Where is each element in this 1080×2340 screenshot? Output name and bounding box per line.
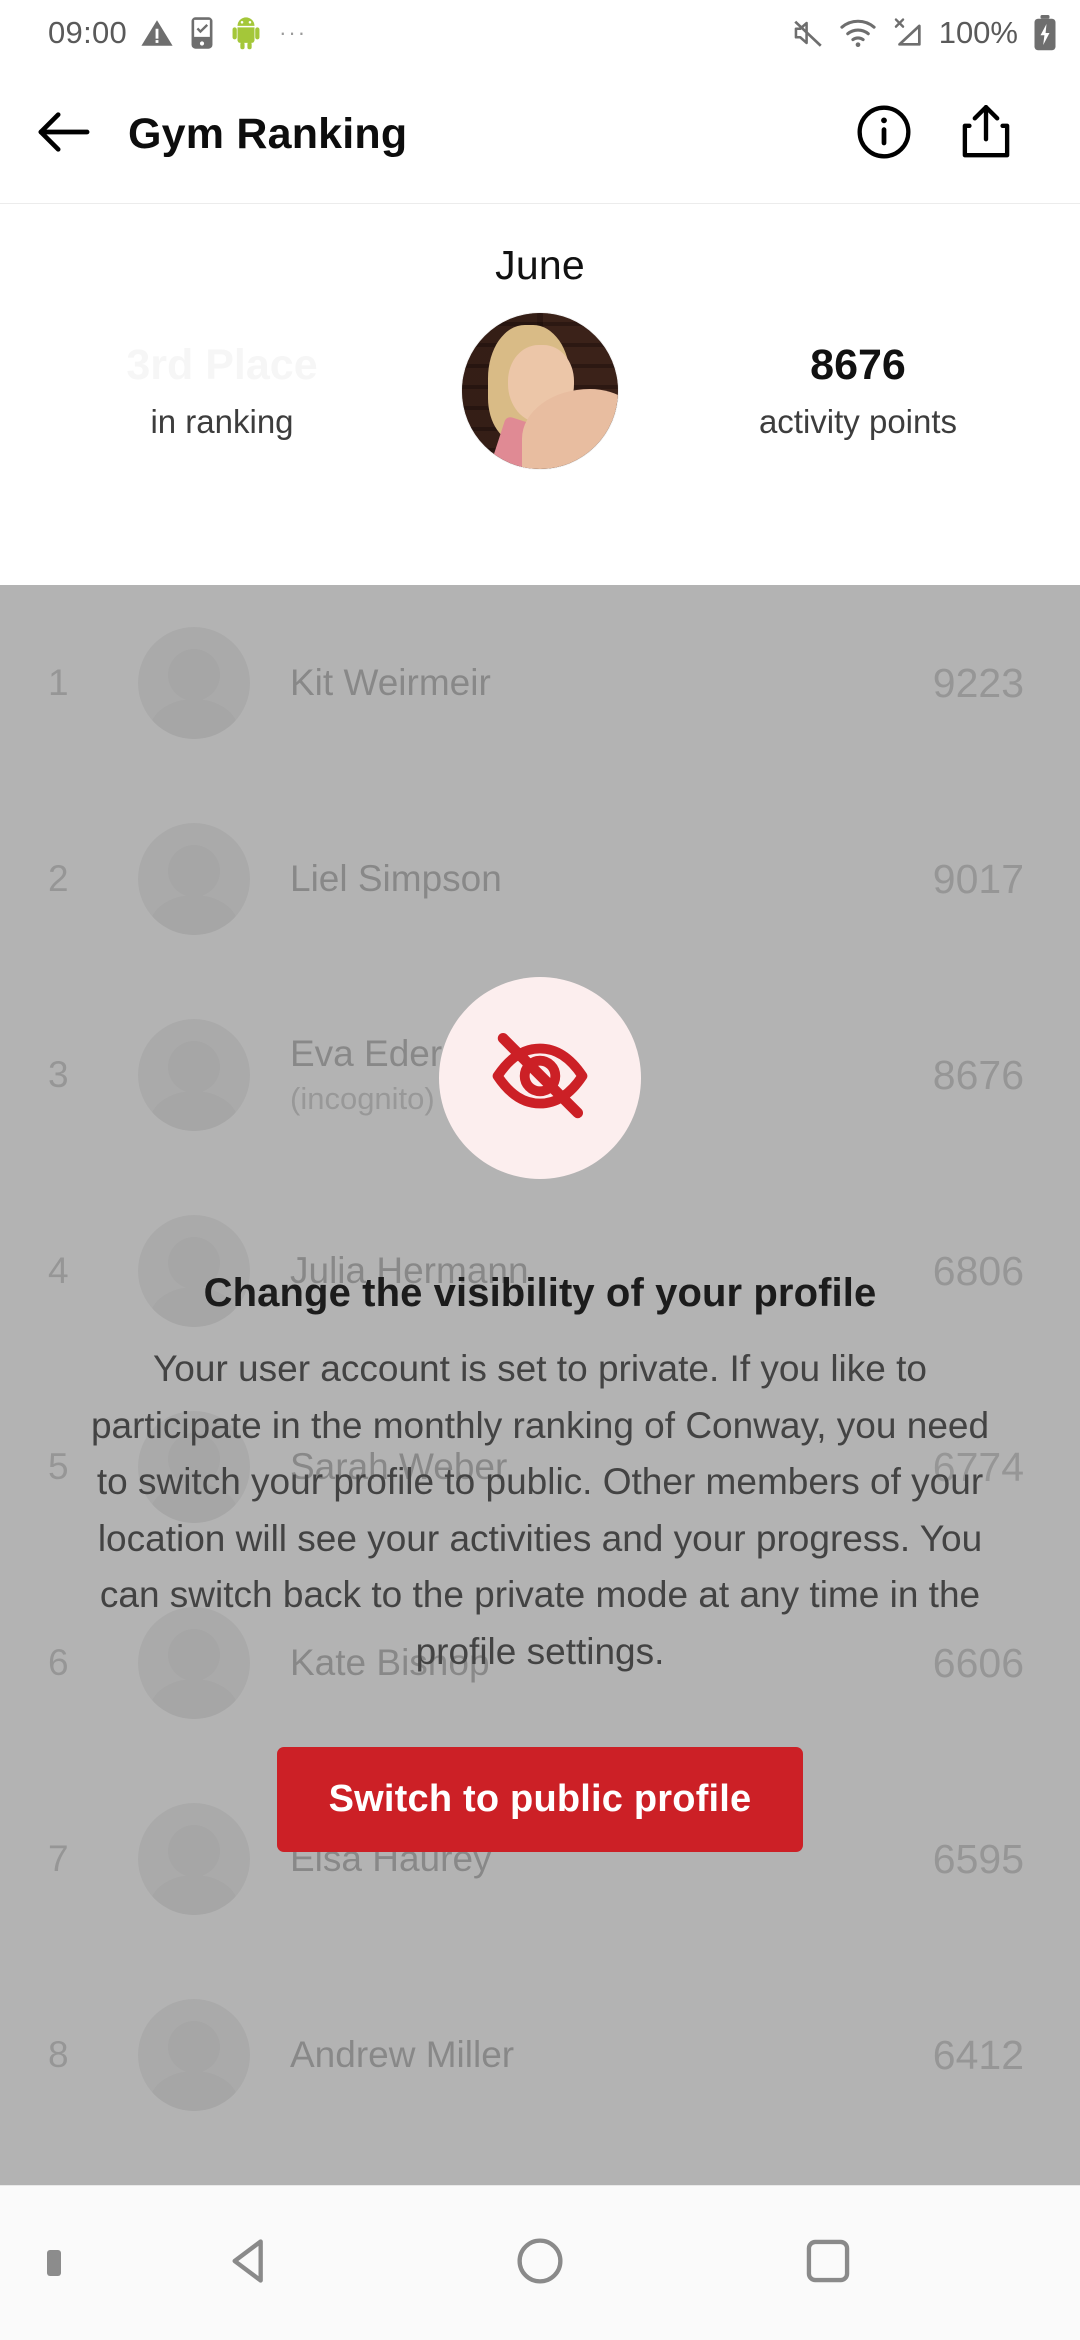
nav-home-icon (514, 2235, 566, 2292)
back-button[interactable] (0, 110, 128, 159)
overlay-body: Your user account is set to private. If … (90, 1348, 990, 1673)
month-label: June (495, 242, 585, 288)
eye-off-icon-badge (439, 977, 641, 1179)
points-column: 8676 activity points (698, 341, 1018, 440)
back-arrow-icon (37, 110, 91, 159)
warning-icon (140, 16, 174, 50)
overlay-title: Change the visibility of your profile (203, 1271, 877, 1315)
mute-icon (791, 16, 825, 50)
points-caption: activity points (758, 402, 958, 440)
phone-check-icon (187, 16, 217, 50)
app-bar: Gym Ranking (0, 66, 1080, 204)
eye-off-icon (485, 1021, 595, 1136)
status-bar-right: 100% (791, 15, 1058, 51)
wifi-icon (839, 16, 877, 50)
rank-caption: in ranking (150, 402, 294, 440)
status-time: 09:00 (48, 15, 128, 50)
battery-charging-icon (1032, 15, 1058, 51)
signal-no-service-icon (891, 16, 925, 50)
keyboard-hide-indicator (0, 2250, 108, 2276)
visibility-overlay: Change the visibility of your profile Yo… (0, 585, 1080, 2185)
nav-back-button[interactable] (108, 2235, 396, 2292)
android-icon (230, 16, 262, 50)
rank-column: 3rd Place in ranking (62, 341, 382, 440)
share-button[interactable] (958, 103, 1014, 166)
page-title: Gym Ranking (128, 110, 408, 158)
app-bar-actions (856, 103, 1080, 166)
battery-percent: 100% (938, 15, 1018, 50)
android-nav-bar (0, 2185, 1080, 2340)
summary-card: June 3rd Place in ranking 8676 activity … (0, 205, 1080, 585)
nav-recents-icon (802, 2235, 854, 2292)
nav-recents-button[interactable] (684, 2235, 972, 2292)
overflow-dots-icon: ··· (279, 20, 308, 45)
points-value: 8676 (810, 341, 906, 390)
summary-row: 3rd Place in ranking 8676 activity point… (0, 289, 1080, 469)
nav-home-button[interactable] (396, 2235, 684, 2292)
info-button[interactable] (856, 104, 912, 165)
avatar[interactable] (462, 313, 618, 469)
rank-value: 3rd Place (126, 341, 318, 390)
phone-screen: 09:00 ··· 100% Gym Ranking June 3rd Plac… (0, 0, 1080, 2340)
status-bar: 09:00 ··· 100% (0, 0, 1080, 66)
status-bar-left: 09:00 ··· (48, 15, 791, 51)
nav-back-icon (226, 2235, 278, 2292)
switch-to-public-button[interactable]: Switch to public profile (276, 1746, 804, 1852)
